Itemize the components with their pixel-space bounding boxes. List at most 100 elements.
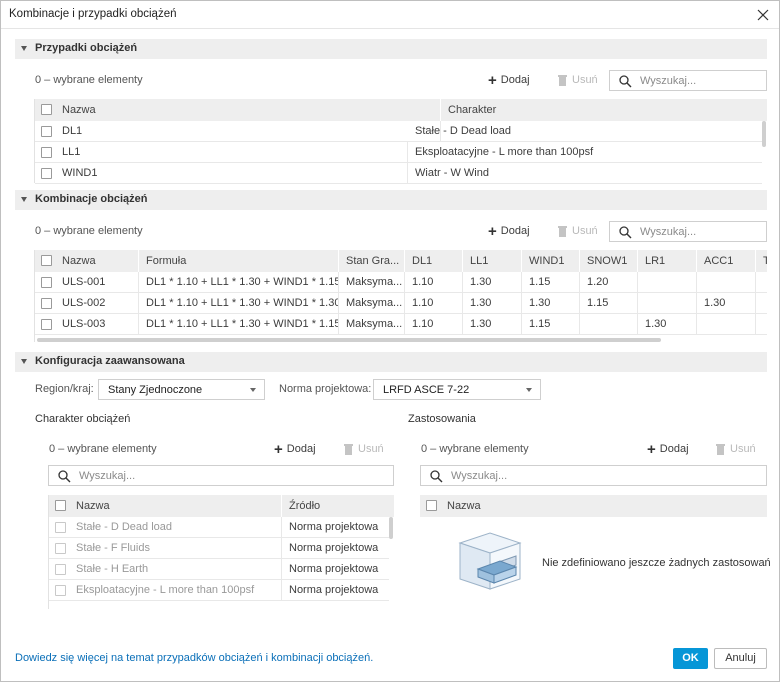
add-button[interactable]: + Dodaj: [488, 222, 530, 240]
cell-wind1: 1.15: [522, 314, 580, 334]
search-input[interactable]: Wyszukaj...: [420, 465, 767, 486]
selection-count: 0 – wybrane elementy: [49, 443, 157, 455]
select-all-checkbox[interactable]: [426, 500, 437, 511]
add-label: Dodaj: [500, 225, 530, 237]
column-header[interactable]: Charakter: [441, 99, 768, 121]
row-checkbox[interactable]: [41, 277, 52, 288]
search-input[interactable]: Wyszukaj...: [609, 70, 767, 91]
learn-more-link[interactable]: Dowiedz się więcej na temat przypadków o…: [15, 652, 373, 664]
row-checkbox[interactable]: [55, 522, 66, 533]
cancel-button[interactable]: Anuluj: [714, 648, 767, 669]
selection-count: 0 – wybrane elementy: [35, 74, 143, 86]
delete-label: Usuń: [572, 225, 598, 237]
delete-button[interactable]: Usuń: [715, 440, 756, 458]
add-button[interactable]: + Dodaj: [647, 440, 689, 458]
column-header[interactable]: Nazwa: [55, 250, 139, 272]
cell-formula: DL1 * 1.10 + LL1 * 1.30 + WIND1 * 1.15 +…: [139, 272, 339, 292]
select-all-checkbox[interactable]: [41, 255, 52, 266]
row-checkbox[interactable]: [55, 585, 66, 596]
table-row[interactable]: Eksploatacyjne - L more than 100psf Norm…: [49, 580, 389, 601]
norm-select[interactable]: LRFD ASCE 7-22: [373, 379, 541, 400]
search-input[interactable]: Wyszukaj...: [609, 221, 767, 242]
empty-state-message: Nie zdefiniowano jeszcze żadnych zastoso…: [542, 557, 771, 569]
table-header: Nazwa: [420, 495, 767, 517]
column-header[interactable]: Stan Gra...: [339, 250, 405, 272]
column-header[interactable]: Formuła: [139, 250, 339, 272]
add-button[interactable]: + Dodaj: [488, 71, 530, 89]
section-title: Przypadki obciążeń: [35, 42, 138, 54]
row-checkbox[interactable]: [55, 564, 66, 575]
column-header[interactable]: Nazwa: [55, 99, 441, 121]
cell-wind1: 1.30: [522, 293, 580, 313]
chevron-down-icon: [526, 388, 532, 392]
cell-formula: DL1 * 1.10 + LL1 * 1.30 + WIND1 * 1.15 +…: [139, 314, 339, 334]
close-icon[interactable]: [753, 5, 773, 25]
row-checkbox[interactable]: [41, 126, 52, 137]
trash-icon: [558, 226, 567, 237]
table-row[interactable]: Stałe - D Dead load Norma projektowa: [49, 517, 389, 538]
cell-character: Eksploatacyjne - L more than 100psf: [415, 146, 594, 158]
column-header[interactable]: Źródło: [282, 495, 394, 517]
search-placeholder: Wyszukaj...: [640, 75, 697, 87]
search-placeholder: Wyszukaj...: [640, 226, 697, 238]
ok-button[interactable]: OK: [673, 648, 708, 669]
column-header[interactable]: LR1: [638, 250, 697, 272]
search-input[interactable]: Wyszukaj...: [48, 465, 394, 486]
column-header[interactable]: DL1: [405, 250, 463, 272]
cell-acc1: 1.30: [697, 293, 756, 313]
table-header: Nazwa Źródło: [49, 495, 394, 517]
cell-t: [756, 314, 767, 334]
table-row[interactable]: ULS-002 DL1 * 1.10 + LL1 * 1.30 + WIND1 …: [35, 293, 767, 314]
cell-t: [756, 272, 767, 292]
column-header[interactable]: WIND1: [522, 250, 580, 272]
table-row[interactable]: Stałe - H Earth Norma projektowa: [49, 559, 389, 580]
column-header[interactable]: LL1: [463, 250, 522, 272]
selection-count: 0 – wybrane elementy: [421, 443, 529, 455]
cell-name: ULS-002: [55, 293, 139, 313]
table-row[interactable]: Stałe - F Fluids Norma projektowa: [49, 538, 389, 559]
select-all-checkbox[interactable]: [55, 500, 66, 511]
file-cabinet-icon: [458, 532, 522, 590]
column-header[interactable]: Nazwa: [69, 495, 282, 517]
row-checkbox[interactable]: [41, 298, 52, 309]
table-row[interactable]: ULS-003 DL1 * 1.10 + LL1 * 1.30 + WIND1 …: [35, 314, 767, 335]
cell-ll1: 1.30: [463, 314, 522, 334]
table-row[interactable]: ULS-001 DL1 * 1.10 + LL1 * 1.30 + WIND1 …: [35, 272, 767, 293]
region-select[interactable]: Stany Zjednoczone: [98, 379, 265, 400]
row-checkbox[interactable]: [41, 319, 52, 330]
row-checkbox[interactable]: [41, 147, 52, 158]
add-label: Dodaj: [500, 74, 530, 86]
applications-title: Zastosowania: [408, 413, 476, 425]
delete-button[interactable]: Usuń: [557, 71, 598, 89]
column-header[interactable]: SNOW1: [580, 250, 638, 272]
add-button[interactable]: + Dodaj: [274, 440, 316, 458]
cell-snow1: [580, 314, 638, 334]
table-row[interactable]: LL1 Eksploatacyjne - L more than 100psf: [35, 142, 762, 163]
cell-lr1: [638, 293, 697, 313]
row-checkbox[interactable]: [41, 168, 52, 179]
row-checkbox[interactable]: [55, 543, 66, 554]
cell-source: Norma projektowa: [289, 563, 379, 575]
horizontal-scrollbar[interactable]: [37, 338, 661, 342]
column-header[interactable]: ACC1: [697, 250, 756, 272]
delete-button[interactable]: Usuń: [557, 222, 598, 240]
section-load-combinations-header[interactable]: Kombinacje obciążeń: [15, 190, 767, 210]
cell-source: Norma projektowa: [289, 521, 379, 533]
search-icon: [430, 470, 443, 483]
table-row[interactable]: DL1 Stałe - D Dead load: [35, 121, 762, 142]
vertical-scrollbar[interactable]: [389, 517, 393, 539]
column-header[interactable]: Nazwa: [440, 495, 767, 517]
table-row[interactable]: WIND1 Wiatr - W Wind: [35, 163, 762, 184]
delete-button[interactable]: Usuń: [343, 440, 384, 458]
region-value: Stany Zjednoczone: [108, 384, 203, 396]
select-all-checkbox[interactable]: [41, 104, 52, 115]
table-header: Nazwa Formuła Stan Gra... DL1 LL1 WIND1 …: [35, 250, 767, 272]
column-header[interactable]: T: [756, 250, 767, 272]
section-advanced-header[interactable]: Konfiguracja zaawansowana: [15, 352, 767, 372]
cell-source: Norma projektowa: [289, 542, 379, 554]
section-load-cases-header[interactable]: Przypadki obciążeń: [15, 39, 767, 59]
cell-name: Eksploatacyjne - L more than 100psf: [69, 580, 282, 600]
cell-name: Stałe - F Fluids: [69, 538, 282, 558]
table-header: Nazwa Charakter: [35, 99, 768, 121]
vertical-scrollbar[interactable]: [762, 121, 766, 147]
